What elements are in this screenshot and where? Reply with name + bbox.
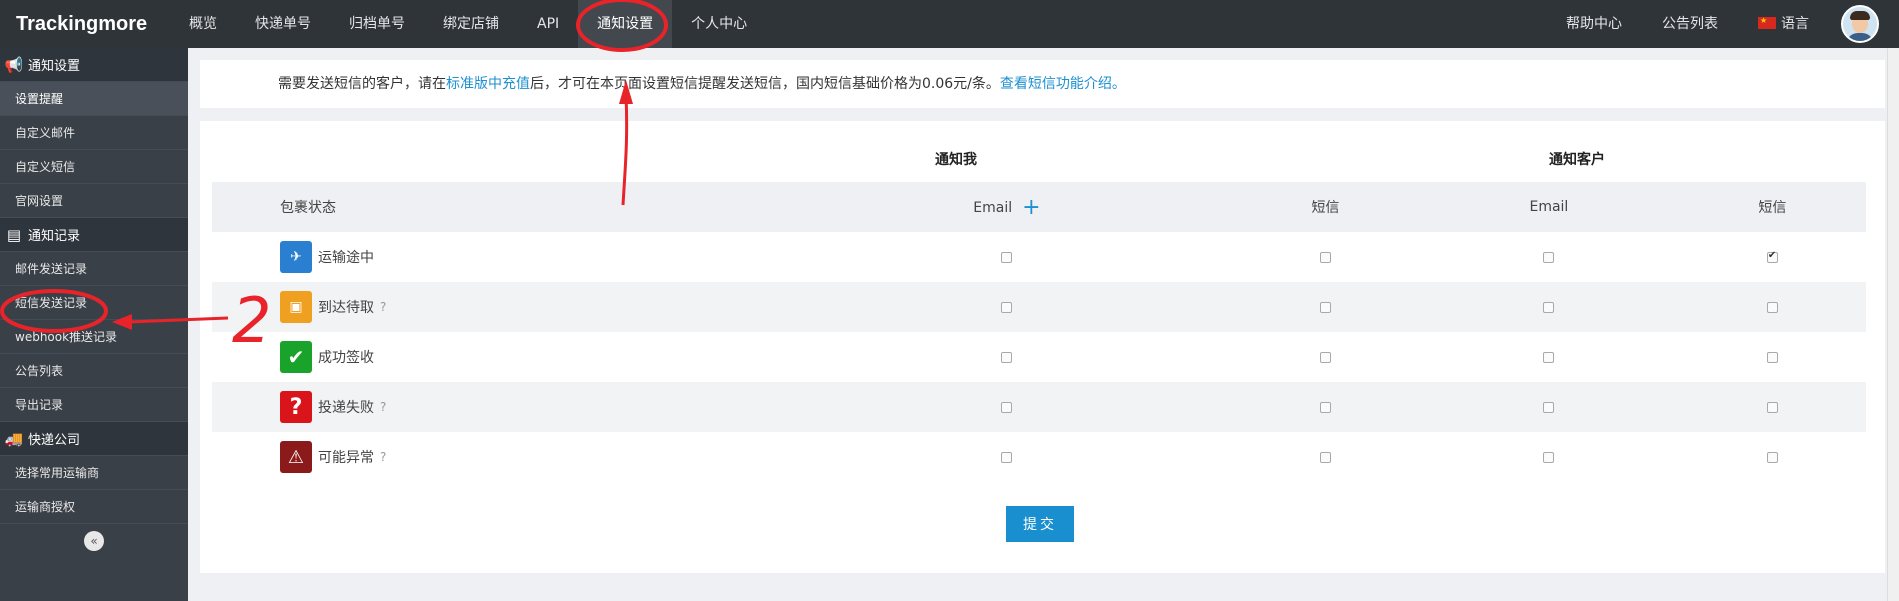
language-label: 语言: [1781, 16, 1809, 32]
scrollbar[interactable]: [1887, 48, 1899, 601]
recharge-link[interactable]: 标准版中充值: [446, 76, 530, 92]
checkbox-customer-sms-exception[interactable]: [1766, 451, 1778, 463]
status-label: 可能异常: [318, 450, 374, 466]
notification-settings-panel: 通知我 通知客户 包裹状态 Email+ 短信 Email 短信 ✈ 运输途中: [200, 121, 1885, 573]
submit-button[interactable]: 提交: [1006, 506, 1074, 542]
top-navbar: Trackingmore 概览 快递单号 归档单号 绑定店铺 API 通知设置 …: [0, 0, 1899, 48]
table-row: ✈ 运输途中: [212, 232, 1866, 282]
checkbox-me-sms-failed[interactable]: [1319, 401, 1331, 413]
nav-right: 帮助中心 公告列表 语言: [1546, 0, 1899, 48]
sidebar-item-custom-sms[interactable]: 自定义短信: [0, 150, 188, 184]
help-icon[interactable]: ?: [380, 400, 386, 414]
notice-text-1: 需要发送短信的客户，请在: [278, 76, 446, 92]
checkbox-me-email-failed[interactable]: [1001, 401, 1013, 413]
avatar[interactable]: [1841, 5, 1879, 43]
truck-icon: 🚚: [4, 429, 24, 448]
sidebar-item-sms-records[interactable]: 短信发送记录: [0, 286, 188, 320]
sidebar-section-notification-records[interactable]: ▤ 通知记录: [0, 218, 188, 252]
sidebar-item-carrier-authorization[interactable]: 运输商授权: [0, 490, 188, 524]
table-row: ⚠ 可能异常 ?: [212, 432, 1866, 482]
sidebar-item-announcements[interactable]: 公告列表: [0, 354, 188, 388]
add-email-plus-icon[interactable]: +: [1022, 195, 1040, 220]
checkbox-customer-email-failed[interactable]: [1543, 401, 1555, 413]
sidebar: 📢 通知设置 设置提醒 自定义邮件 自定义短信 官网设置 ▤ 通知记录 邮件发送…: [0, 48, 188, 601]
checkbox-me-sms-pickup[interactable]: [1319, 301, 1331, 313]
language-selector[interactable]: 语言: [1738, 0, 1829, 48]
checkbox-customer-email-delivered[interactable]: [1543, 351, 1555, 363]
double-chevron-left-icon[interactable]: «: [84, 531, 104, 551]
checkbox-me-sms-in-transit[interactable]: [1319, 251, 1331, 263]
sidebar-collapse-row: «: [0, 524, 188, 558]
nav-tracking-numbers[interactable]: 快递单号: [236, 0, 330, 48]
sidebar-section-couriers[interactable]: 🚚 快递公司: [0, 422, 188, 456]
table-row: ▣ 到达待取 ?: [212, 282, 1866, 332]
checkbox-customer-sms-pickup[interactable]: [1766, 301, 1778, 313]
sidebar-section-label: 通知设置: [28, 59, 81, 74]
checkbox-me-sms-delivered[interactable]: [1319, 351, 1331, 363]
header-customer-sms: 短信: [1678, 182, 1866, 232]
nav-personal-center[interactable]: 个人中心: [672, 0, 766, 48]
help-icon[interactable]: ?: [380, 450, 386, 464]
checkbox-me-email-pickup[interactable]: [1001, 301, 1013, 313]
sidebar-item-webhook-records[interactable]: webhook推送记录: [0, 320, 188, 354]
checkbox-customer-sms-failed[interactable]: [1766, 401, 1778, 413]
group-notify-me: 通知我: [935, 152, 977, 168]
main-nav: 概览 快递单号 归档单号 绑定店铺 API 通知设置 个人中心: [170, 0, 766, 48]
megaphone-icon: 📢: [4, 55, 24, 74]
status-label: 到达待取: [318, 300, 374, 316]
table-row: ? 投递失败 ?: [212, 382, 1866, 432]
header-customer-email: Email: [1419, 182, 1679, 232]
header-package-status: 包裹状态: [212, 182, 782, 232]
sidebar-item-custom-email[interactable]: 自定义邮件: [0, 116, 188, 150]
china-flag-icon: [1758, 15, 1776, 29]
checkbox-customer-email-exception[interactable]: [1543, 451, 1555, 463]
sidebar-section-label: 快递公司: [28, 433, 81, 448]
checkbox-customer-email-pickup[interactable]: [1543, 301, 1555, 313]
checkbox-me-email-exception[interactable]: [1001, 451, 1013, 463]
group-notify-customer: 通知客户: [1549, 152, 1605, 168]
checkbox-me-email-delivered[interactable]: [1001, 351, 1013, 363]
nav-help-center[interactable]: 帮助中心: [1546, 0, 1642, 48]
table-row: ✔ 成功签收: [212, 332, 1866, 382]
question-icon: ?: [280, 391, 312, 423]
sidebar-item-website-settings[interactable]: 官网设置: [0, 184, 188, 218]
sidebar-item-export-records[interactable]: 导出记录: [0, 388, 188, 422]
sidebar-item-common-carriers[interactable]: 选择常用运输商: [0, 456, 188, 490]
sidebar-section-notification-settings[interactable]: 📢 通知设置: [0, 48, 188, 82]
nav-notification-settings[interactable]: 通知设置: [578, 0, 673, 48]
checkbox-customer-sms-delivered[interactable]: [1766, 351, 1778, 363]
help-icon[interactable]: ?: [380, 300, 386, 314]
pickup-box-icon: ▣: [280, 291, 312, 323]
nav-api[interactable]: API: [518, 0, 578, 48]
sidebar-item-email-records[interactable]: 邮件发送记录: [0, 252, 188, 286]
notification-table: 包裹状态 Email+ 短信 Email 短信 ✈ 运输途中 ▣: [212, 182, 1866, 482]
nav-announcements[interactable]: 公告列表: [1642, 0, 1738, 48]
plane-globe-icon: ✈: [280, 241, 312, 273]
nav-overview[interactable]: 概览: [170, 0, 236, 48]
status-label: 成功签收: [318, 350, 374, 366]
notice-text-2: 后，才可在本页面设置短信提醒发送短信，国内短信基础价格为0.06元/条。: [530, 76, 1000, 92]
document-icon: ▤: [6, 225, 22, 244]
header-me-email: Email +: [782, 182, 1232, 232]
status-label: 投递失败: [318, 400, 374, 416]
checkbox-me-email-in-transit[interactable]: [1001, 251, 1013, 263]
nav-bind-store[interactable]: 绑定店铺: [424, 0, 518, 48]
sidebar-section-label: 通知记录: [28, 229, 81, 244]
checkbox-me-sms-exception[interactable]: [1319, 451, 1331, 463]
sidebar-item-reminder-settings[interactable]: 设置提醒: [0, 82, 188, 116]
brand-logo[interactable]: Trackingmore: [0, 13, 170, 36]
warning-icon: ⚠: [280, 441, 312, 473]
checkbox-customer-email-in-transit[interactable]: [1543, 251, 1555, 263]
checkmark-icon: ✔: [280, 341, 312, 373]
header-me-sms: 短信: [1231, 182, 1420, 232]
sms-notice: 需要发送短信的客户，请在标准版中充值后，才可在本页面设置短信提醒发送短信，国内短…: [200, 60, 1885, 108]
checkbox-customer-sms-in-transit[interactable]: [1766, 250, 1778, 263]
status-label: 运输途中: [318, 250, 374, 266]
sms-intro-link[interactable]: 查看短信功能介绍。: [1000, 76, 1126, 92]
nav-archived-numbers[interactable]: 归档单号: [330, 0, 424, 48]
